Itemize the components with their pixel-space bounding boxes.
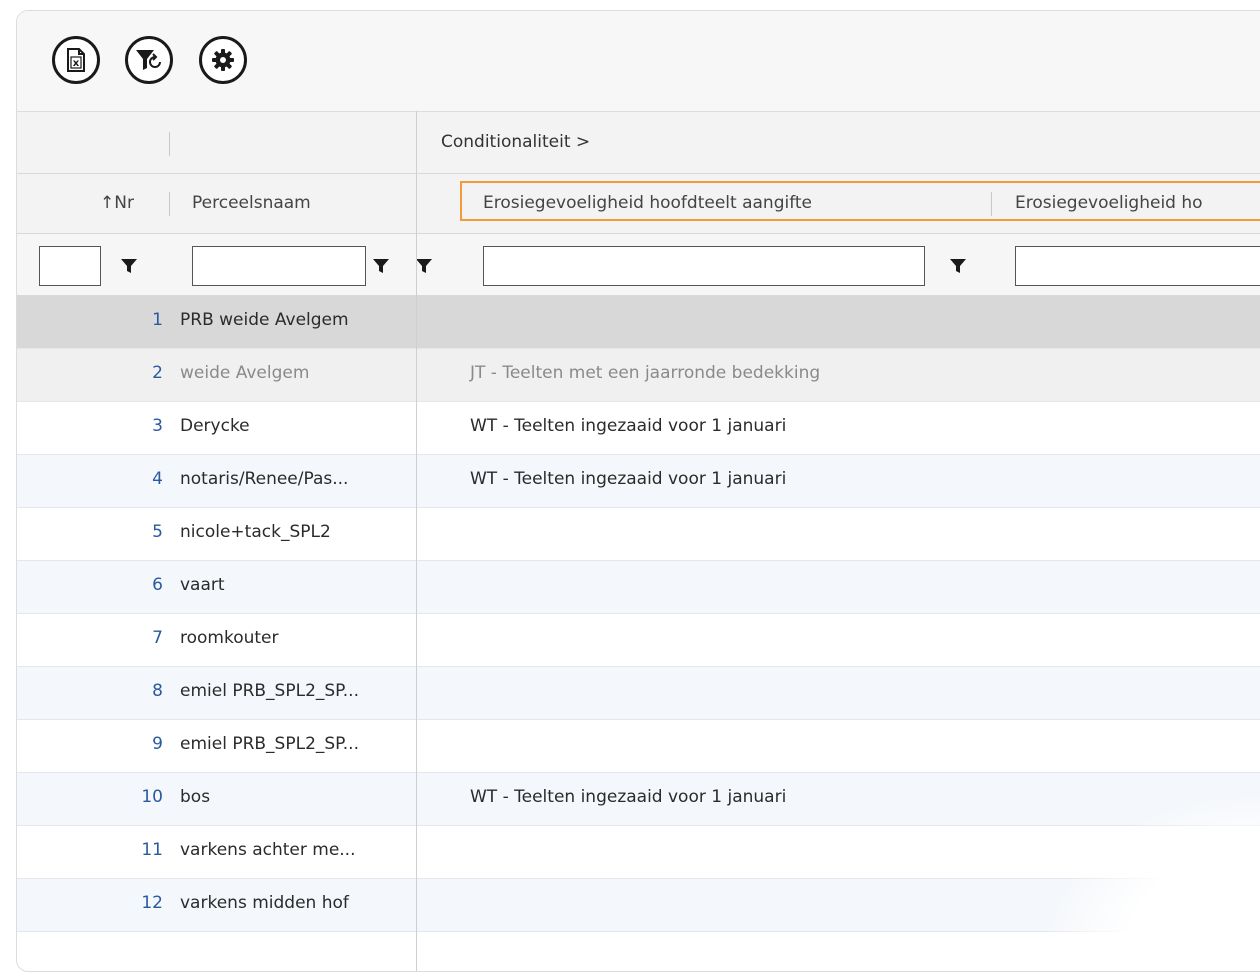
excel-export-icon: x: [65, 48, 87, 72]
row-nr: 1: [152, 310, 163, 330]
row-perceelsnaam: varkens achter me...: [180, 840, 356, 860]
column-header-nr-label: Nr: [114, 193, 134, 213]
row-nr: 8: [152, 681, 163, 701]
row-nr: 5: [152, 522, 163, 542]
filter-nr-icon[interactable]: [121, 258, 137, 277]
filter-input-nr[interactable]: [39, 246, 101, 286]
group-header-row: Conditionaliteit >: [17, 112, 1260, 174]
table-row[interactable]: 5 nicole+tack_SPL2: [17, 508, 1260, 561]
column-header-erosie-aangifte[interactable]: Erosiegevoeligheid hoofdteelt aangifte: [483, 193, 812, 213]
group-header-conditionaliteit[interactable]: Conditionaliteit >: [441, 132, 590, 152]
settings-button[interactable]: [199, 36, 247, 84]
row-erosie-aangifte: WT - Teelten ingezaaid voor 1 januari: [470, 416, 787, 436]
filter-erosie-aangifte-icon[interactable]: [950, 258, 966, 277]
table-row[interactable]: 11 varkens achter me...: [17, 826, 1260, 879]
table-row[interactable]: 9 emiel PRB_SPL2_SP...: [17, 720, 1260, 773]
filter-input-erosie-ho[interactable]: [1015, 246, 1260, 286]
table-row[interactable]: 7 roomkouter: [17, 614, 1260, 667]
filter-reset-icon: [135, 48, 163, 72]
table-row[interactable]: 8 emiel PRB_SPL2_SP...: [17, 667, 1260, 720]
row-perceelsnaam: weide Avelgem: [180, 363, 310, 383]
header-separator: [991, 192, 992, 216]
table-row[interactable]: 6 vaart: [17, 561, 1260, 614]
filter-input-erosie-aangifte[interactable]: [483, 246, 925, 286]
row-perceelsnaam: vaart: [180, 575, 225, 595]
column-header-erosie-ho[interactable]: Erosiegevoeligheid ho: [1015, 193, 1203, 213]
filter-row: [17, 234, 1260, 296]
filter-reset-button[interactable]: [125, 36, 173, 84]
filter-group-icon[interactable]: [416, 258, 432, 277]
svg-text:x: x: [73, 58, 80, 69]
sort-ascending-icon: ↑: [100, 193, 115, 213]
table-row[interactable]: 1 PRB weide Avelgem: [17, 296, 1260, 349]
table-row[interactable]: 10 bos WT - Teelten ingezaaid voor 1 jan…: [17, 773, 1260, 826]
row-nr: 10: [141, 787, 163, 807]
row-nr: 3: [152, 416, 163, 436]
row-nr: 7: [152, 628, 163, 648]
settings-gear-icon: [211, 48, 235, 72]
row-perceelsnaam: nicole+tack_SPL2: [180, 522, 331, 542]
row-erosie-aangifte: WT - Teelten ingezaaid voor 1 januari: [470, 469, 787, 489]
column-header-perceelsnaam[interactable]: Perceelsnaam: [192, 193, 311, 213]
row-nr: 4: [152, 469, 163, 489]
row-perceelsnaam: Derycke: [180, 416, 250, 436]
row-nr: 9: [152, 734, 163, 754]
table-row[interactable]: 3 Derycke WT - Teelten ingezaaid voor 1 …: [17, 402, 1260, 455]
table-row[interactable]: 2 weide Avelgem JT - Teelten met een jaa…: [17, 349, 1260, 402]
row-nr: 6: [152, 575, 163, 595]
row-perceelsnaam: notaris/Renee/Pas...: [180, 469, 349, 489]
excel-export-button[interactable]: x: [52, 36, 100, 84]
row-perceelsnaam: emiel PRB_SPL2_SP...: [180, 734, 359, 754]
toolbar: x: [17, 11, 1260, 112]
table-row[interactable]: 12 varkens midden hof: [17, 879, 1260, 932]
row-nr: 12: [141, 893, 163, 913]
column-header-row: ↑Nr Perceelsnaam Erosiegevoeligheid hoof…: [17, 174, 1260, 234]
grid-panel: x Conditionaliteit > ↑Nr Perceelsnaam Er…: [16, 10, 1260, 972]
column-header-nr[interactable]: ↑Nr: [100, 193, 134, 213]
row-perceelsnaam: varkens midden hof: [180, 893, 349, 913]
header-separator: [169, 192, 170, 216]
row-perceelsnaam: bos: [180, 787, 211, 807]
table-row[interactable]: 4 notaris/Renee/Pas... WT - Teelten inge…: [17, 455, 1260, 508]
row-nr: 2: [152, 363, 163, 383]
pinned-column-divider: [416, 111, 417, 971]
filter-input-perceelsnaam[interactable]: [192, 246, 366, 286]
row-erosie-aangifte: WT - Teelten ingezaaid voor 1 januari: [470, 787, 787, 807]
row-perceelsnaam: emiel PRB_SPL2_SP...: [180, 681, 359, 701]
filter-perceelsnaam-icon[interactable]: [373, 258, 389, 277]
row-perceelsnaam: roomkouter: [180, 628, 279, 648]
row-erosie-aangifte: JT - Teelten met een jaarronde bedekking: [470, 363, 821, 383]
row-perceelsnaam: PRB weide Avelgem: [180, 310, 349, 330]
row-nr: 11: [141, 840, 163, 860]
header-separator: [169, 132, 170, 156]
